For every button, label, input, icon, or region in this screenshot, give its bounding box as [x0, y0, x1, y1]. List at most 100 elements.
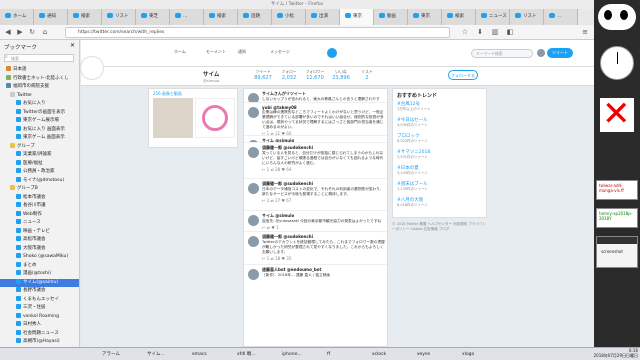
trend-item[interactable]: #週末はプール 1,239件のツイート — [397, 181, 483, 192]
tab-7[interactable]: 話題 — [238, 9, 272, 25]
bookmark-search-input[interactable]: 検索 — [4, 54, 74, 62]
twitter-bird-icon[interactable] — [327, 48, 337, 58]
bookmark-item[interactable]: サイム(@saimu) — [0, 278, 79, 287]
bookmark-item[interactable]: グループB — [0, 185, 79, 193]
bookmark-item[interactable]: 東京ゲーム展示場 — [0, 117, 79, 125]
twitter-nav-3[interactable]: メッセージ — [270, 49, 290, 55]
bookmark-item[interactable]: 医療/福祉 — [0, 159, 79, 168]
bookmark-item[interactable]: 社会問題ニュース — [0, 329, 79, 338]
sidebar-toggle-icon[interactable]: ◧ — [505, 27, 515, 37]
twitter-nav-0[interactable]: ホーム — [174, 49, 186, 55]
tweet-avatar[interactable] — [248, 93, 259, 102]
taskbar-item[interactable]: xfdl 端... — [235, 349, 278, 360]
tab-4[interactable]: 東芝 — [136, 9, 170, 25]
bookmark-item[interactable]: 三沢・住居 — [0, 304, 79, 312]
taskbar-item[interactable]: ff — [325, 349, 368, 360]
bookmark-item[interactable]: Shoko (@sawaMiku) — [0, 253, 79, 261]
bookmark-item[interactable]: 松本市議会 — [0, 193, 79, 202]
bookmark-item[interactable]: 大阪市議会 — [0, 244, 79, 253]
taskbar-item[interactable]: iphone... — [280, 349, 323, 360]
tab-3[interactable]: リスト — [102, 9, 136, 25]
bookmark-item[interactable]: 日村秀人 — [0, 321, 79, 329]
tab-2[interactable]: 検索 — [68, 9, 102, 25]
tab-13[interactable]: 検索 — [442, 9, 476, 25]
tweet-actions[interactable]: ↩ 2 ⇄ 27 ♥ 67 — [262, 198, 385, 203]
bookmark-item[interactable]: 福岡市の病院支援 — [0, 83, 79, 91]
bookmark-item[interactable]: 長谷川市議 — [0, 202, 79, 210]
tweet-actions[interactable]: ↩ 1 ⇄ 28 ♥ 64 — [262, 167, 385, 172]
tweet-avatar[interactable] — [248, 183, 259, 194]
profile-stat[interactable]: いいね 23,896 — [329, 69, 353, 81]
tab-8[interactable]: 小松 — [272, 9, 306, 25]
tweet-avatar[interactable] — [248, 215, 259, 226]
trend-item[interactable]: ブロロック 6,022件のツイート — [397, 133, 483, 144]
bookmark-item[interactable]: 長野市議会 — [0, 287, 79, 295]
tweet-item[interactable]: 須藤健一郎 @sudokenchi 笑っている人を見ると、自分だけが孤独に感じられ… — [244, 143, 387, 179]
media-thumbnail-ring[interactable] — [195, 98, 235, 138]
taskbar-item[interactable]: アラーム — [100, 349, 143, 360]
bookmark-star-icon[interactable]: ☆ — [460, 27, 470, 37]
tweet-avatar[interactable] — [248, 147, 259, 158]
bookmark-item[interactable]: 漫画(@toshi) — [0, 270, 79, 278]
tweet-avatar[interactable] — [248, 107, 259, 118]
profile-stat[interactable]: リスト 2 — [355, 69, 379, 81]
close-icon[interactable]: ✕ — [70, 42, 75, 49]
tab-1[interactable]: 通知 — [34, 9, 68, 25]
media-label[interactable]: 256 画像と動画 — [153, 91, 182, 97]
tab-16[interactable]: … — [544, 9, 578, 25]
profile-stat[interactable]: ツイート 89,627 — [251, 69, 275, 81]
bookmark-item[interactable]: 公務員・政治家 — [0, 168, 79, 176]
media-thumbnail-map[interactable] — [153, 98, 193, 138]
follow-button[interactable]: フォローする — [448, 70, 478, 80]
profile-avatar[interactable] — [81, 57, 103, 79]
profile-stat[interactable]: フォロー 2,032 — [277, 69, 301, 81]
bookmark-item[interactable]: 実業家/評論家 — [0, 151, 79, 159]
trend-item[interactable]: #台風12号 1万件以上のツイート — [397, 101, 483, 112]
bookmark-item[interactable]: お気に入り 画面表示 — [0, 125, 79, 134]
tab-14[interactable]: ニュース — [476, 9, 510, 25]
bookmark-item[interactable]: Twitter — [0, 91, 79, 100]
tweet-item[interactable]: サイム @simuio 返信先: @yutosasaki 今回の東京都市観光協力の… — [244, 211, 387, 232]
tweet-item[interactable]: 須藤健一郎 @sudokenchi 日本のデータ通信コストの変化で、それぞれの利用… — [244, 179, 387, 211]
tweet-actions[interactable]: ↩ 1 ⇄ 18 ♥ 35 — [262, 256, 385, 261]
avatar[interactable] — [537, 49, 545, 57]
tweet-button[interactable]: ツイート — [547, 48, 573, 58]
taskbar-item[interactable]: xclock — [370, 349, 413, 360]
download-icon[interactable]: ⬇ — [475, 27, 485, 37]
home-icon[interactable]: ⌂ — [40, 27, 50, 37]
tab-0[interactable]: ホーム — [0, 9, 34, 25]
bookmark-item[interactable]: お気に入り — [0, 100, 79, 108]
tweet-item[interactable]: サイムさんがリツイート しないカップリが言われると、東大の教員さんとか言うと理解さ… — [244, 89, 387, 103]
tweet-avatar[interactable] — [248, 269, 259, 280]
bookmark-item[interactable]: くまもんエッセイ — [0, 295, 79, 304]
sticky-widget-1[interactable]: twiwar-add-manga-vis.ff — [596, 180, 638, 200]
tweet-item[interactable]: 須藤健一郎 @sudokenchi Twitterのアカウントを統括管理してみたら… — [244, 232, 387, 265]
bookmark-item[interactable]: グループ — [0, 142, 79, 151]
profile-stat[interactable]: フォロワー 11,670 — [303, 69, 327, 81]
menu-icon[interactable]: ≡ — [580, 27, 590, 37]
tab-6[interactable]: 検索 — [204, 9, 238, 25]
trend-item[interactable]: #サマソニ2018 2,531件のツイート — [397, 149, 483, 160]
reload-icon[interactable]: ↻ — [27, 27, 37, 37]
bookmark-item[interactable]: 高松市議会 — [0, 236, 79, 244]
forward-arrow-icon[interactable]: ▶ — [15, 27, 25, 37]
bookmark-item[interactable]: 東京ゲーム 画面表示 — [0, 134, 79, 142]
taskbar-item[interactable]: サイム... — [145, 349, 188, 360]
bookmark-item[interactable]: まとめ — [0, 261, 79, 270]
bookmark-item[interactable]: 行政書士ネット-北陸ふくし — [0, 74, 79, 83]
tab-5[interactable]: … — [170, 9, 204, 25]
tab-12[interactable]: 東京 — [408, 9, 442, 25]
bookmark-item[interactable]: vonkol Roaming — [0, 312, 79, 321]
library-icon[interactable]: ▥ — [490, 27, 500, 37]
trend-item[interactable]: #八月の大阪 8,018件のツイート — [397, 197, 483, 208]
bookmark-item[interactable]: 高槻市(@Hayasi) — [0, 338, 79, 346]
tweet-item[interactable]: yubi @takmy08 企業は横の連携的なところでフィードよくわけがないと思う… — [244, 103, 387, 136]
screenshot-window[interactable]: screenshot — [596, 236, 638, 268]
bookmark-item[interactable]: 日本語 — [0, 66, 79, 74]
tweet-item[interactable]: 遠藤直人bot @endoumo_bot ［新作］ 2018年… 遠藤 直人 / … — [244, 265, 387, 346]
twitter-search-input[interactable]: キーワード検索 — [471, 49, 533, 58]
taskbar-item[interactable]: emacs — [190, 349, 233, 360]
tab-15[interactable]: リスト — [510, 9, 544, 25]
bookmark-item[interactable]: 映画・テレビ — [0, 227, 79, 236]
tab-10[interactable]: 東京 — [340, 9, 374, 25]
